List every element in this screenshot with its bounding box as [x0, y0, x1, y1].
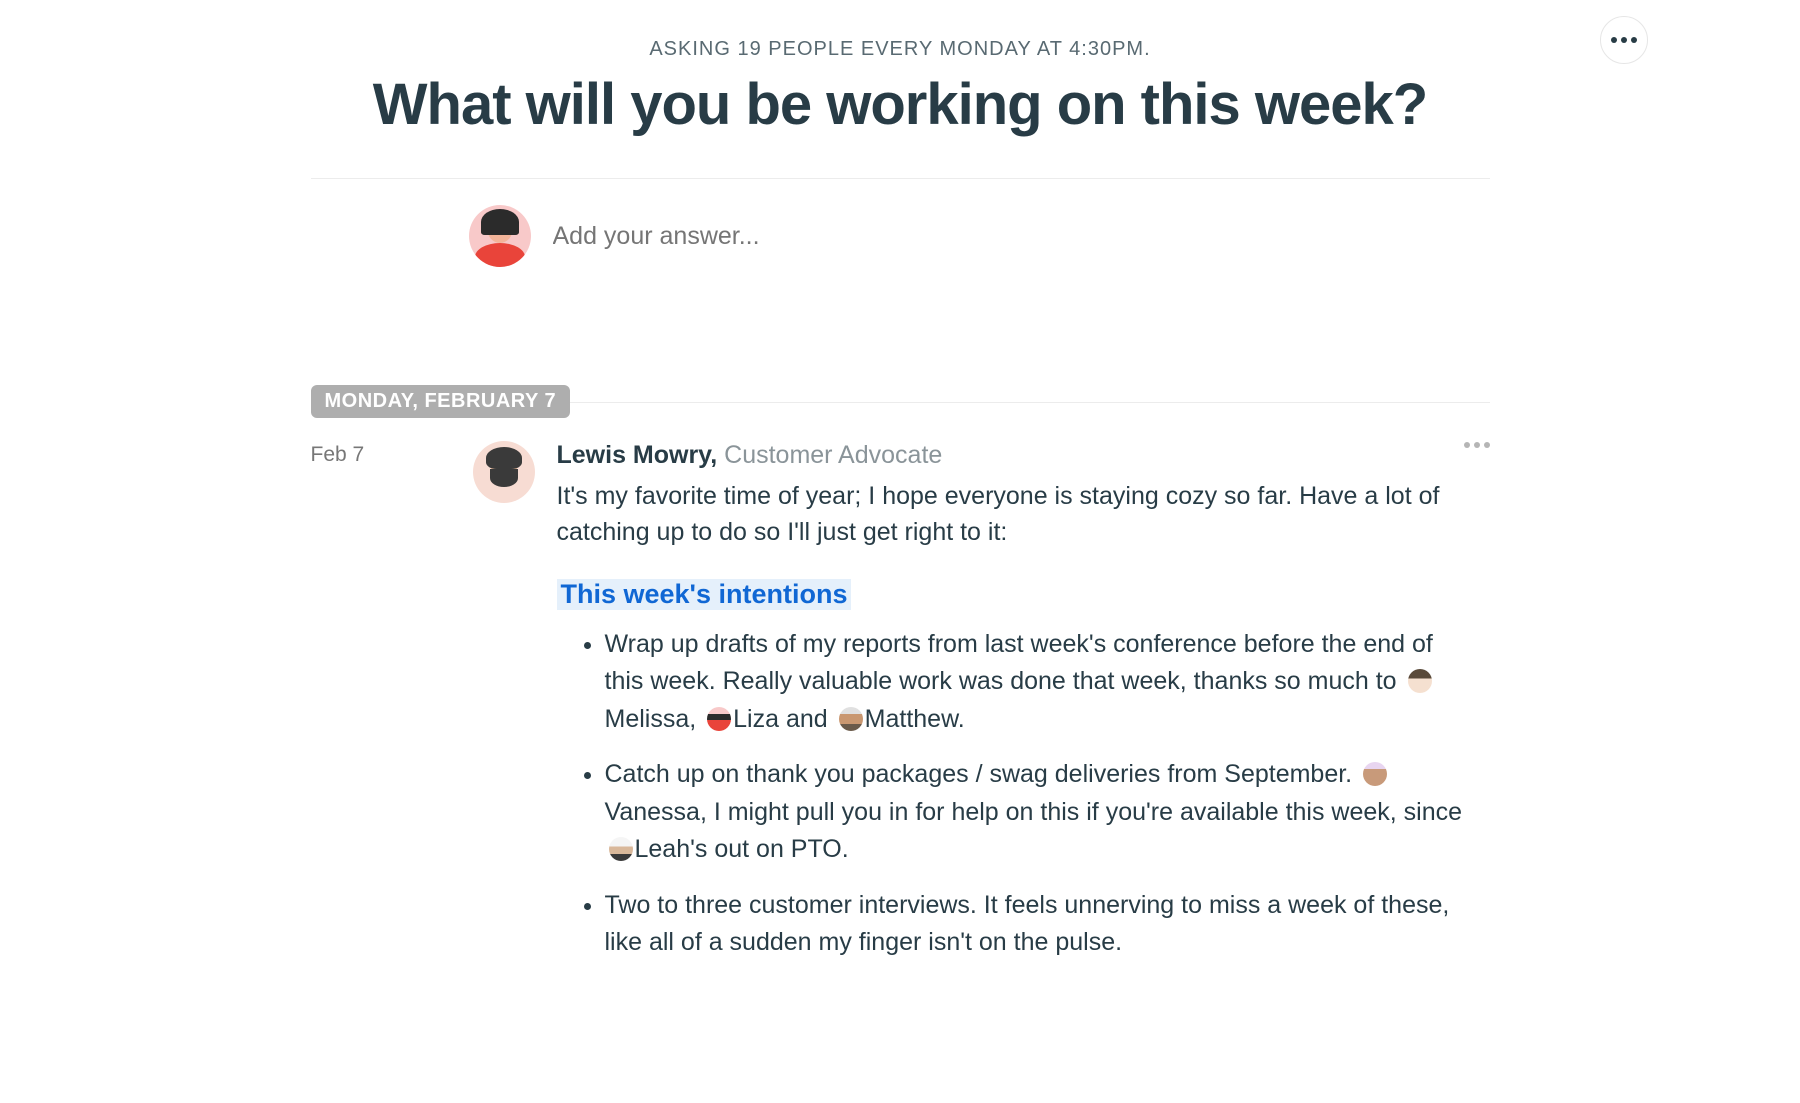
list-item: Wrap up drafts of my reports from last w… — [605, 626, 1490, 739]
avatar-chip-vanessa[interactable] — [1363, 762, 1387, 786]
mention[interactable]: Leah — [635, 835, 691, 863]
ellipsis-icon — [1464, 442, 1490, 448]
section-heading: This week's intentions — [557, 579, 852, 610]
mention[interactable]: Vanessa — [605, 798, 700, 826]
mention[interactable]: Liza — [733, 705, 779, 733]
answer-input[interactable] — [553, 222, 1153, 251]
list-item: Two to three customer interviews. It fee… — [605, 887, 1490, 962]
date-divider: MONDAY, FEBRUARY 7 — [311, 385, 1490, 419]
mention[interactable]: Matthew — [865, 705, 958, 733]
question-title: What will you be working on this week? — [311, 71, 1490, 138]
author-name[interactable]: Lewis Mowry, — [557, 441, 718, 469]
post-date: Feb 7 — [311, 441, 451, 980]
author-line: Lewis Mowry, Customer Advocate — [557, 441, 1490, 470]
author-avatar[interactable] — [473, 441, 535, 503]
list-item: Catch up on thank you packages / swag de… — [605, 756, 1490, 869]
answer-post: Feb 7 Lewis Mowry, Customer Advocate It'… — [311, 419, 1490, 980]
post-more-button[interactable] — [1464, 435, 1490, 453]
question-subtitle: ASKING 19 PEOPLE EVERY MONDAY AT 4:30PM. — [311, 38, 1490, 61]
ellipsis-icon — [1611, 37, 1637, 43]
date-badge: MONDAY, FEBRUARY 7 — [311, 385, 571, 418]
avatar-chip-melissa[interactable] — [1408, 669, 1432, 693]
current-user-avatar — [469, 205, 531, 267]
avatar-chip-liza[interactable] — [707, 707, 731, 731]
mention[interactable]: Melissa — [605, 705, 690, 733]
answer-composer[interactable] — [311, 179, 1490, 267]
avatar-chip-matthew[interactable] — [839, 707, 863, 731]
avatar-chip-leah[interactable] — [609, 837, 633, 861]
intentions-list: Wrap up drafts of my reports from last w… — [557, 626, 1490, 962]
page-more-button[interactable] — [1600, 16, 1648, 64]
author-role: Customer Advocate — [717, 441, 942, 469]
post-intro: It's my favorite time of year; I hope ev… — [557, 478, 1490, 551]
question-header: ASKING 19 PEOPLE EVERY MONDAY AT 4:30PM.… — [311, 0, 1490, 179]
